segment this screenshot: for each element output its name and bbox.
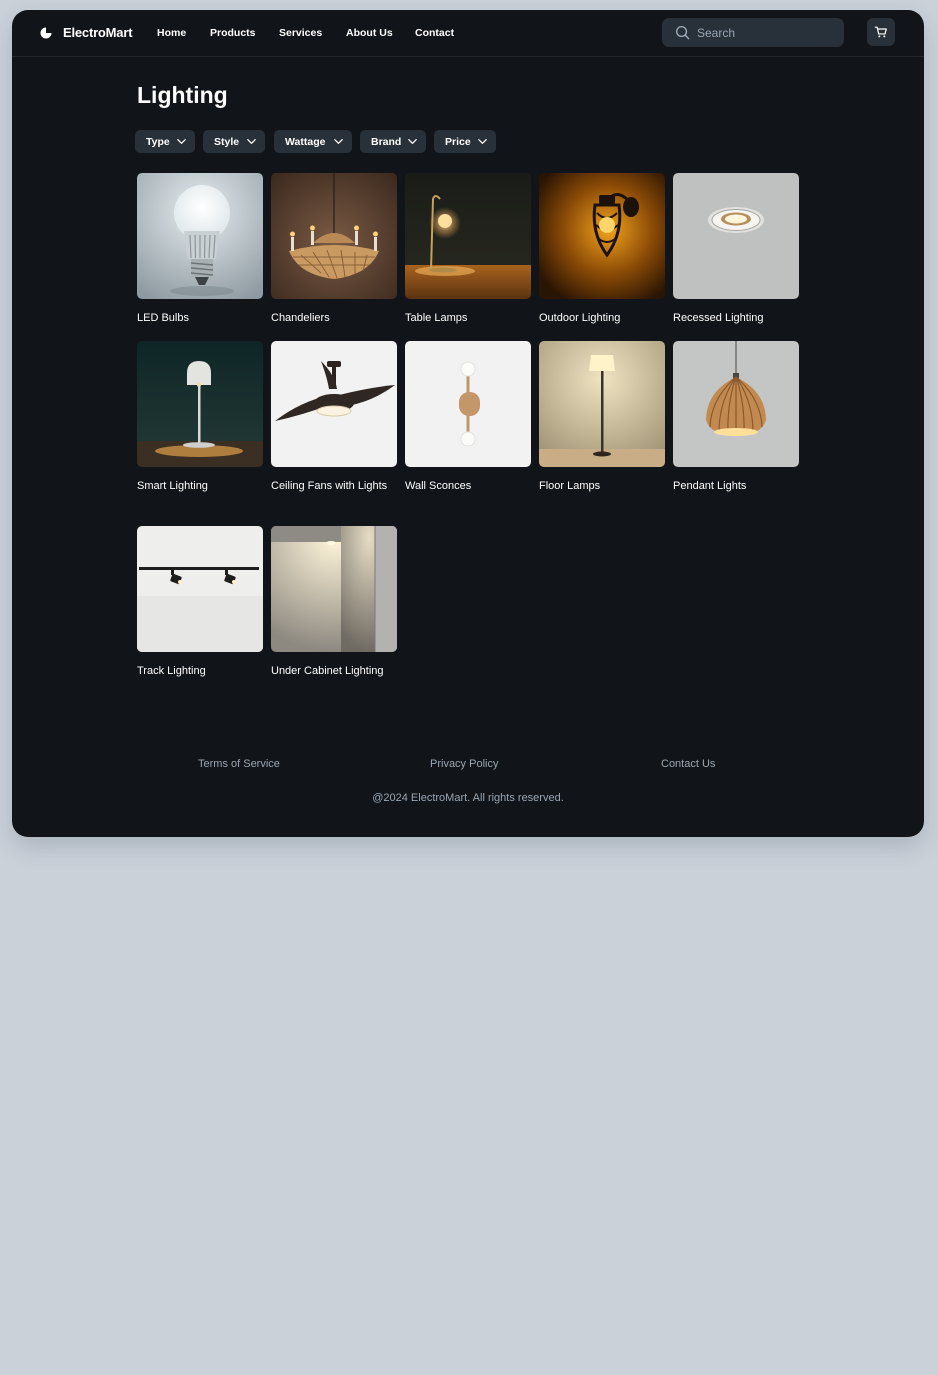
category-label: Under Cabinet Lighting (271, 665, 384, 677)
filter-style-dropdown[interactable]: Style (203, 130, 265, 153)
filter-brand-dropdown[interactable]: Brand (360, 130, 426, 153)
category-label: Outdoor Lighting (539, 312, 621, 324)
category-label: Track Lighting (137, 665, 206, 677)
category-card-led-bulbs[interactable]: LED Bulbs (137, 173, 263, 327)
chandelier-image (271, 173, 397, 299)
nav-contact-link[interactable]: Contact (415, 27, 454, 39)
category-label: Floor Lamps (539, 480, 601, 492)
chevron-down-icon (334, 139, 343, 144)
electromart-logo-icon (40, 27, 52, 38)
chevron-down-icon (247, 139, 256, 144)
category-card-ceiling-fans-with-lights[interactable]: Ceiling Fans with Lights (271, 341, 397, 495)
cart-button[interactable] (867, 18, 895, 46)
footer-privacy-policy-link[interactable]: Privacy Policy (430, 758, 498, 770)
ceiling-fan-image (271, 341, 397, 467)
category-card-under-cabinet-lighting[interactable]: Under Cabinet Lighting (271, 526, 397, 680)
search-input[interactable] (697, 25, 837, 40)
filter-label: Wattage (285, 135, 326, 148)
footer-terms-of-service-link[interactable]: Terms of Service (198, 758, 280, 770)
brand-name: ElectroMart (63, 25, 133, 40)
top-navigation-bar: ElectroMart Home Products Services About… (12, 10, 924, 57)
filter-wattage-dropdown[interactable]: Wattage (274, 130, 352, 153)
brand-logo[interactable]: ElectroMart (40, 25, 133, 40)
page-title: Lighting (137, 82, 228, 108)
category-card-outdoor-lighting[interactable]: Outdoor Lighting (539, 173, 665, 327)
category-label: Chandeliers (271, 312, 330, 324)
category-card-track-lighting[interactable]: Track Lighting (137, 526, 263, 680)
chevron-down-icon (408, 139, 417, 144)
category-label: Recessed Lighting (673, 312, 764, 324)
filter-label: Brand (371, 135, 402, 148)
category-card-pendant-lights[interactable]: Pendant Lights (673, 341, 799, 495)
search-box (662, 18, 844, 47)
search-icon (675, 25, 690, 40)
app-window: ElectroMart Home Products Services About… (12, 10, 924, 837)
category-label: Table Lamps (405, 312, 468, 324)
nav-about-us-link[interactable]: About Us (346, 27, 393, 39)
track-light-image (137, 526, 263, 652)
category-label: Pendant Lights (673, 480, 747, 492)
outdoor-light-image (539, 173, 665, 299)
copyright-text: @2024 ElectroMart. All rights reserved. (372, 792, 564, 804)
chevron-down-icon (478, 139, 487, 144)
nav-home-link[interactable]: Home (157, 27, 186, 39)
filter-type-dropdown[interactable]: Type (135, 130, 195, 153)
under-cabinet-light-image (271, 526, 397, 652)
category-label: LED Bulbs (137, 312, 189, 324)
wall-sconce-image (405, 341, 531, 467)
recessed-light-image (673, 173, 799, 299)
category-card-smart-lighting[interactable]: Smart Lighting (137, 341, 263, 495)
category-card-chandeliers[interactable]: Chandeliers (271, 173, 397, 327)
footer-contact-us-link[interactable]: Contact Us (661, 758, 715, 770)
cart-icon (874, 26, 887, 38)
category-label: Smart Lighting (137, 480, 208, 492)
filter-label: Type (146, 135, 170, 148)
category-card-recessed-lighting[interactable]: Recessed Lighting (673, 173, 799, 327)
led-bulb-image (137, 173, 263, 299)
category-label: Ceiling Fans with Lights (271, 480, 388, 492)
floor-lamp-image (539, 341, 665, 467)
nav-services-link[interactable]: Services (279, 27, 322, 39)
chevron-down-icon (177, 139, 186, 144)
filter-price-dropdown[interactable]: Price (434, 130, 496, 153)
pendant-light-image (673, 341, 799, 467)
smart-light-image (137, 341, 263, 467)
category-card-table-lamps[interactable]: Table Lamps (405, 173, 531, 327)
table-lamp-image (405, 173, 531, 299)
filter-label: Price (445, 135, 471, 148)
category-label: Wall Sconces (405, 480, 472, 492)
category-card-wall-sconces[interactable]: Wall Sconces (405, 341, 531, 495)
filter-label: Style (214, 135, 240, 148)
category-card-floor-lamps[interactable]: Floor Lamps (539, 341, 665, 495)
nav-products-link[interactable]: Products (210, 27, 256, 39)
